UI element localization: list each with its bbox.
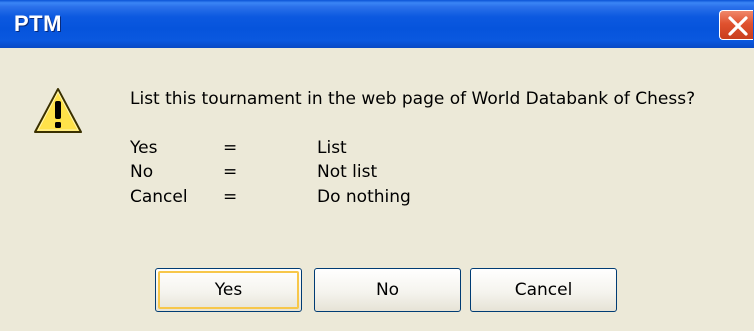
- close-button[interactable]: [719, 10, 753, 40]
- option-meaning-cancel: Do nothing: [317, 187, 411, 207]
- option-separator: =: [223, 187, 238, 207]
- option-separator: =: [223, 138, 238, 158]
- option-meaning-yes: List: [317, 138, 347, 158]
- message-question: List this tournament in the web page of …: [130, 89, 696, 109]
- option-key-no: No: [130, 162, 154, 182]
- option-separator: =: [223, 162, 238, 182]
- message-dialog: PTM List this tournament in the web page…: [0, 0, 754, 331]
- yes-button[interactable]: Yes: [155, 268, 302, 312]
- warning-icon: [34, 88, 82, 133]
- yes-button-label: Yes: [214, 280, 243, 300]
- title-bar[interactable]: PTM: [0, 0, 754, 48]
- option-key-cancel: Cancel: [130, 187, 188, 207]
- cancel-button-label: Cancel: [514, 280, 573, 300]
- close-icon: [728, 16, 748, 36]
- window-title: PTM: [14, 11, 62, 36]
- option-meaning-no: Not list: [317, 162, 378, 182]
- no-button[interactable]: No: [314, 268, 461, 312]
- no-button-label: No: [375, 280, 400, 300]
- cancel-button[interactable]: Cancel: [470, 268, 617, 312]
- option-key-yes: Yes: [130, 138, 158, 158]
